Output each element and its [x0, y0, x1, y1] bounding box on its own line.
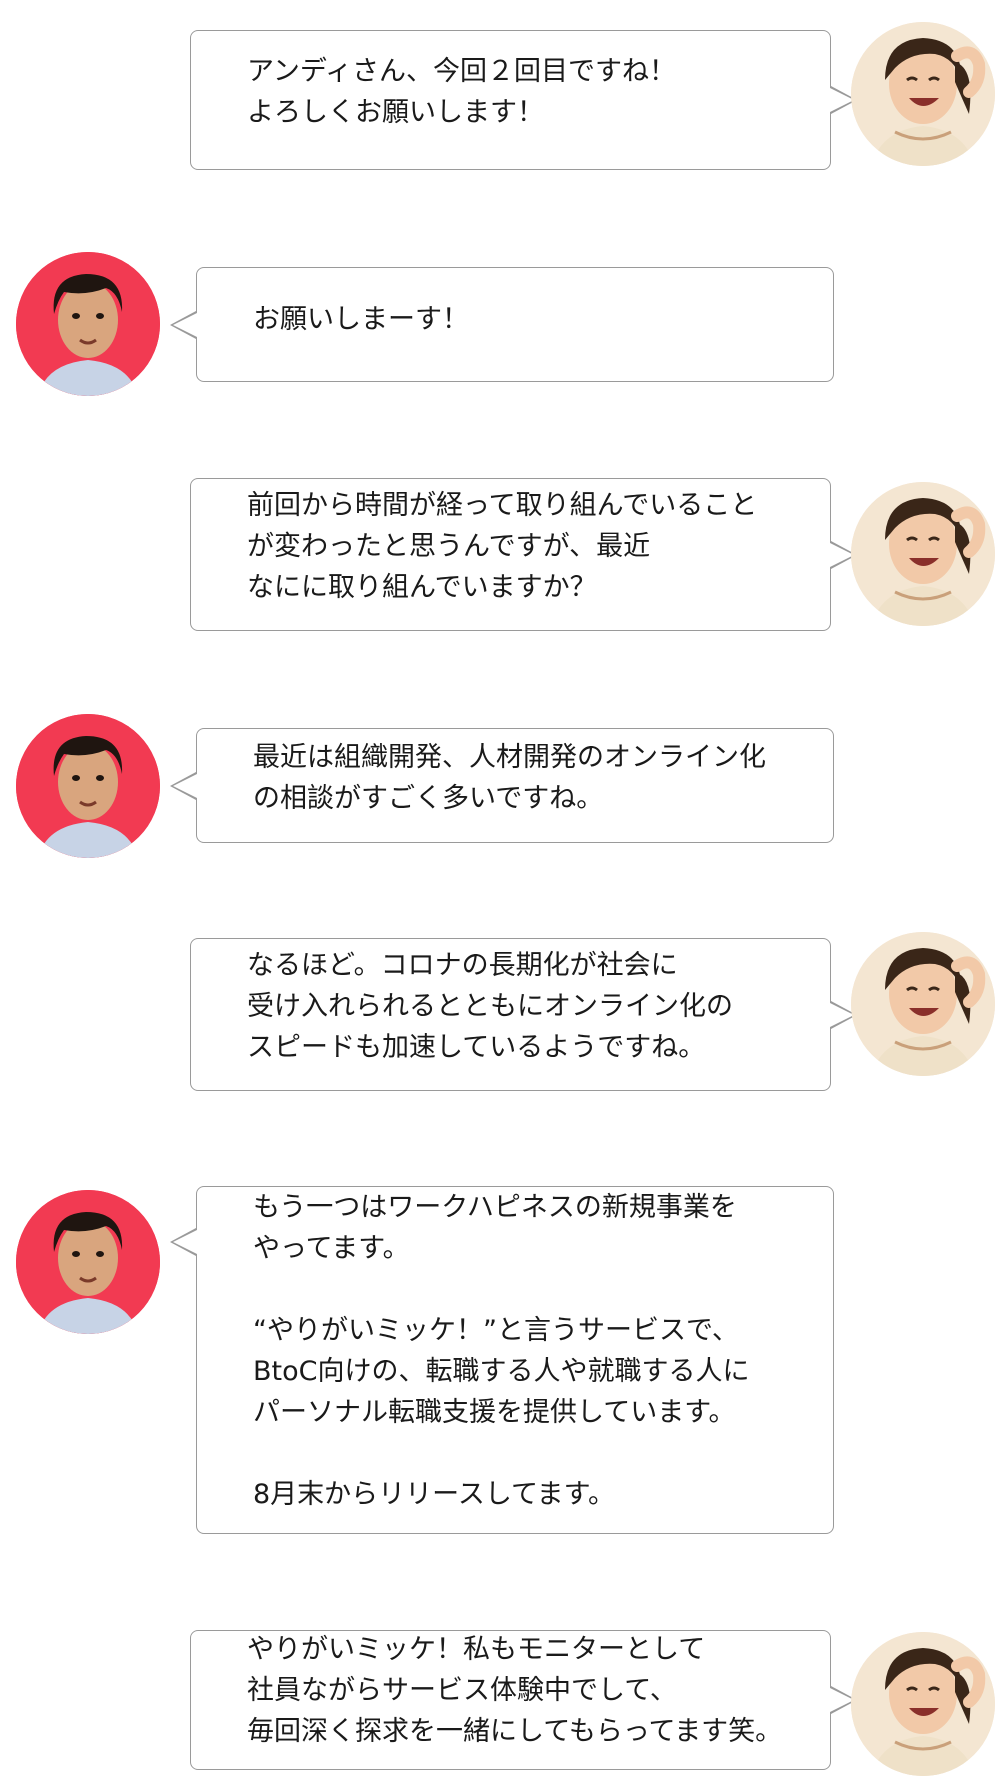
woman-face-icon	[851, 1632, 995, 1776]
bubble-tail-fill	[173, 1230, 197, 1254]
interviewer-avatar	[851, 932, 995, 1076]
speech-bubble-andy: お願いしまーす！	[170, 267, 834, 382]
andy-avatar	[16, 252, 160, 396]
man-face-icon	[16, 252, 160, 396]
interviewer-avatar	[851, 22, 995, 166]
interviewer-avatar	[851, 1632, 995, 1776]
andy-avatar	[16, 714, 160, 858]
speech-bubble-andy: 最近は組織開発、人材開発のオンライン化 の相談がすごく多いですね。	[170, 728, 834, 843]
speech-bubble-interviewer: アンディさん、今回２回目ですね！ よろしくお願いします！	[190, 30, 857, 170]
message-text: お願いしまーす！	[253, 304, 469, 335]
interviewer-avatar	[851, 482, 995, 626]
speech-bubble-interviewer: なるほど。コロナの長期化が社会に 受け入れられるとともにオンライン化の スピード…	[190, 938, 857, 1091]
message-text: やりがいミッケ！私もモニターとして 社員ながらサービス体験中でして、 毎回深く探…	[247, 1634, 783, 1747]
woman-face-icon	[851, 22, 995, 166]
message-text: なるほど。コロナの長期化が社会に 受け入れられるとともにオンライン化の スピード…	[247, 950, 733, 1063]
andy-avatar	[16, 1190, 160, 1334]
message-text: 前回から時間が経って取り組んでいること が変わったと思うんですが、最近 なにに取…	[247, 490, 758, 603]
speech-bubble-interviewer: やりがいミッケ！私もモニターとして 社員ながらサービス体験中でして、 毎回深く探…	[190, 1630, 857, 1770]
message-text: もう一つはワークハピネスの新規事業を やってます。 “やりがいミッケ！”と言うサ…	[253, 1192, 750, 1510]
man-face-icon	[16, 1190, 160, 1334]
woman-face-icon	[851, 932, 995, 1076]
speech-bubble-andy: もう一つはワークハピネスの新規事業を やってます。 “やりがいミッケ！”と言うサ…	[170, 1186, 834, 1534]
woman-face-icon	[851, 482, 995, 626]
man-face-icon	[16, 714, 160, 858]
bubble-tail-fill	[173, 312, 197, 337]
bubble-tail-fill	[173, 773, 197, 798]
speech-bubble-interviewer: 前回から時間が経って取り組んでいること が変わったと思うんですが、最近 なにに取…	[190, 478, 857, 631]
message-text: 最近は組織開発、人材開発のオンライン化 の相談がすごく多いですね。	[253, 742, 766, 814]
message-text: アンディさん、今回２回目ですね！ よろしくお願いします！	[247, 56, 677, 128]
